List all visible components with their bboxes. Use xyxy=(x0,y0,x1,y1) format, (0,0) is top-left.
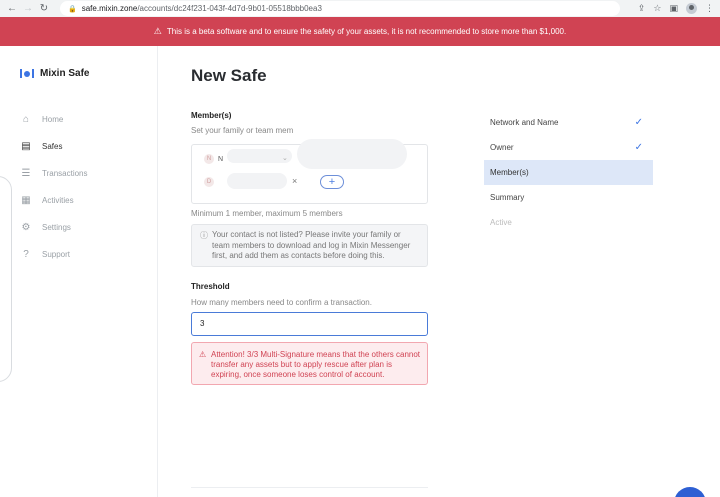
step-label: Member(s) xyxy=(490,168,529,177)
step-label: Summary xyxy=(490,193,525,202)
sidebar-item-label: Settings xyxy=(42,223,71,232)
warning-triangle-icon: ⚠ xyxy=(199,350,207,359)
beta-warning-banner: ⚠ This is a beta software and to ensure … xyxy=(0,17,720,46)
step-owner[interactable]: Owner ✓ xyxy=(484,135,653,160)
threshold-label: Threshold xyxy=(191,282,230,291)
banner-text: This is a beta software and to ensure th… xyxy=(166,27,567,36)
member-chip[interactable]: D xyxy=(204,177,214,187)
home-icon: ⌂ xyxy=(22,114,30,125)
forward-arrow-icon[interactable]: → xyxy=(20,0,36,17)
members-label: Member(s) xyxy=(191,111,232,120)
step-label: Active xyxy=(490,218,512,227)
member-name: N xyxy=(218,155,224,163)
browser-menu-icon[interactable]: ⋮ xyxy=(705,3,714,14)
info-text: Your contact is not listed? Please invit… xyxy=(212,230,411,260)
member-avatar: N xyxy=(204,154,214,164)
sidebar-menu: ⌂ Home ▤ Safes ☰ Transactions ▦ Activiti… xyxy=(20,106,88,268)
sidebar-item-label: Transactions xyxy=(42,169,88,178)
reload-icon[interactable]: ↻ xyxy=(36,0,52,17)
step-network-and-name[interactable]: Network and Name ✓ xyxy=(484,110,653,135)
floating-action-button[interactable] xyxy=(674,487,706,497)
activities-icon: ▦ xyxy=(21,195,31,206)
back-arrow-icon[interactable]: ← xyxy=(4,0,20,17)
remove-member-icon[interactable]: × xyxy=(292,176,297,186)
members-sublabel: Set your family or team mem xyxy=(191,126,294,135)
url-host: safe.mixin.zone xyxy=(81,4,138,13)
sidebar-item-label: Support xyxy=(42,250,71,259)
safe-icon: ▤ xyxy=(21,141,31,152)
step-label: Owner xyxy=(490,143,514,152)
transactions-icon: ☰ xyxy=(21,168,31,179)
redacted-area xyxy=(297,139,407,169)
settings-icon: ⚙ xyxy=(21,222,31,233)
sidebar-item-settings[interactable]: ⚙ Settings xyxy=(20,214,88,241)
step-label: Network and Name xyxy=(490,118,559,127)
multisig-warning-box: ⚠ Attention! 3/3 Multi-Signature means t… xyxy=(191,342,428,385)
step-active: Active xyxy=(484,210,653,235)
info-icon: ⓘ xyxy=(200,231,208,240)
logo-text: Mixin Safe xyxy=(40,68,90,79)
add-member-button[interactable]: + xyxy=(320,175,344,189)
step-summary[interactable]: Summary xyxy=(484,185,653,210)
sidebar-item-activities[interactable]: ▦ Activities xyxy=(20,187,88,214)
warning-triangle-icon: ⚠ xyxy=(153,26,162,36)
profile-avatar-icon[interactable] xyxy=(686,3,697,14)
sidebar: Mixin Safe ⌂ Home ▤ Safes ☰ Transactions… xyxy=(0,46,158,497)
side-panel-icon[interactable]: ▣ xyxy=(669,3,678,14)
member-avatar: D xyxy=(204,177,214,187)
sidebar-item-label: Activities xyxy=(42,196,74,205)
chevron-down-icon[interactable]: ⌄ xyxy=(282,154,288,162)
browser-toolbar: ← → ↻ 🔒 safe.mixin.zone/accounts/dc24f23… xyxy=(0,0,720,17)
contact-info-box: ⓘ Your contact is not listed? Please inv… xyxy=(191,224,428,267)
alert-text: Attention! 3/3 Multi-Signature means tha… xyxy=(211,350,421,379)
app-logo[interactable]: Mixin Safe xyxy=(20,68,89,79)
member-chip[interactable]: N N xyxy=(204,154,223,164)
check-icon: ✓ xyxy=(634,117,643,128)
divider xyxy=(191,487,428,488)
lock-icon: 🔒 xyxy=(68,5,77,13)
collapsed-side-panel[interactable] xyxy=(0,176,12,382)
mixin-logo-icon xyxy=(20,69,34,78)
sidebar-item-transactions[interactable]: ☰ Transactions xyxy=(20,160,88,187)
sidebar-item-home[interactable]: ⌂ Home xyxy=(20,106,88,133)
members-selector: N N ⌄ D × + xyxy=(191,139,428,204)
sidebar-item-label: Home xyxy=(42,115,64,124)
address-bar[interactable]: 🔒 safe.mixin.zone/accounts/dc24f231-043f… xyxy=(60,1,620,16)
page-title: New Safe xyxy=(191,66,267,85)
step-members[interactable]: Member(s) xyxy=(484,160,653,185)
support-icon: ? xyxy=(23,249,29,260)
members-hint: Minimum 1 member, maximum 5 members xyxy=(191,209,343,218)
redacted-area xyxy=(227,173,287,189)
bookmark-star-icon[interactable]: ☆ xyxy=(653,3,661,14)
sidebar-item-label: Safes xyxy=(42,142,63,151)
check-icon: ✓ xyxy=(634,142,643,153)
sidebar-item-safes[interactable]: ▤ Safes xyxy=(20,133,88,160)
sidebar-item-support[interactable]: ? Support xyxy=(20,241,88,268)
progress-steps: Network and Name ✓ Owner ✓ Member(s) Sum… xyxy=(484,110,653,235)
url-path: /accounts/dc24f231-043f-4d7d-9b01-05518b… xyxy=(137,4,322,13)
share-icon[interactable]: ⇪ xyxy=(638,3,646,14)
threshold-sublabel: How many members need to confirm a trans… xyxy=(191,298,372,307)
threshold-input[interactable]: 3 xyxy=(191,312,428,336)
